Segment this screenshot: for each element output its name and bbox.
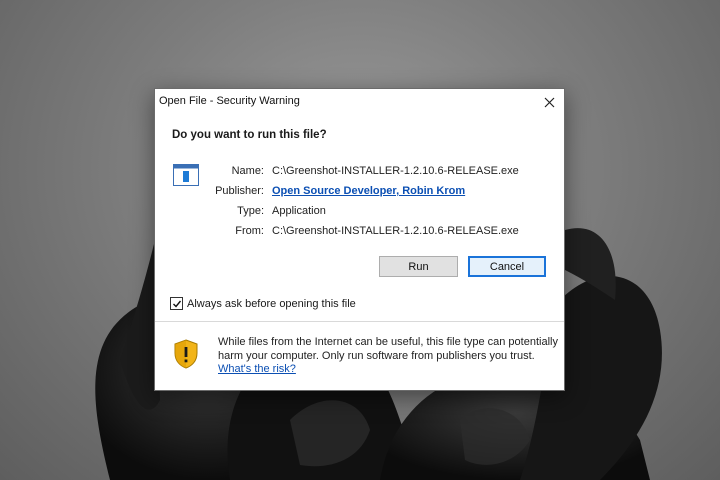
- name-label: Name:: [231, 165, 264, 177]
- always-ask-checkbox[interactable]: [170, 297, 183, 310]
- title-bar[interactable]: Open File - Security Warning: [155, 89, 564, 115]
- publisher-row: Publisher: Open Source Developer, Robin …: [215, 181, 519, 201]
- type-label: Type:: [237, 205, 264, 217]
- always-ask-option[interactable]: Always ask before opening this file: [170, 297, 356, 310]
- warning-shield-icon: [174, 339, 198, 369]
- name-value: C:\Greenshot-INSTALLER-1.2.10.6-RELEASE.…: [272, 165, 519, 177]
- whats-the-risk-link[interactable]: What's the risk?: [218, 363, 296, 377]
- application-icon: [173, 164, 199, 186]
- checkmark-icon: [172, 300, 181, 308]
- file-info: Name: C:\Greenshot-INSTALLER-1.2.10.6-RE…: [215, 161, 519, 241]
- always-ask-label[interactable]: Always ask before opening this file: [187, 298, 356, 310]
- warning-panel: While files from the Internet can be use…: [155, 321, 564, 390]
- cancel-button[interactable]: Cancel: [468, 256, 546, 277]
- run-button-label: Run: [408, 260, 429, 273]
- close-icon: [544, 97, 554, 107]
- warning-text: While files from the Internet can be use…: [218, 336, 558, 362]
- from-value: C:\Greenshot-INSTALLER-1.2.10.6-RELEASE.…: [272, 225, 519, 237]
- close-button[interactable]: [534, 89, 564, 115]
- warning-message: While files from the Internet can be use…: [218, 336, 558, 377]
- publisher-label: Publisher:: [215, 185, 264, 197]
- from-row: From: C:\Greenshot-INSTALLER-1.2.10.6-RE…: [215, 221, 519, 241]
- type-value: Application: [272, 205, 326, 217]
- name-row: Name: C:\Greenshot-INSTALLER-1.2.10.6-RE…: [215, 161, 519, 181]
- run-button[interactable]: Run: [379, 256, 458, 277]
- dialog-question: Do you want to run this file?: [172, 129, 327, 141]
- type-row: Type: Application: [215, 201, 519, 221]
- publisher-link[interactable]: Open Source Developer, Robin Krom: [272, 185, 465, 197]
- security-warning-dialog: Open File - Security Warning Do you want…: [154, 88, 565, 391]
- cancel-button-label: Cancel: [489, 260, 525, 273]
- dialog-title: Open File - Security Warning: [159, 95, 300, 107]
- from-label: From:: [235, 225, 264, 237]
